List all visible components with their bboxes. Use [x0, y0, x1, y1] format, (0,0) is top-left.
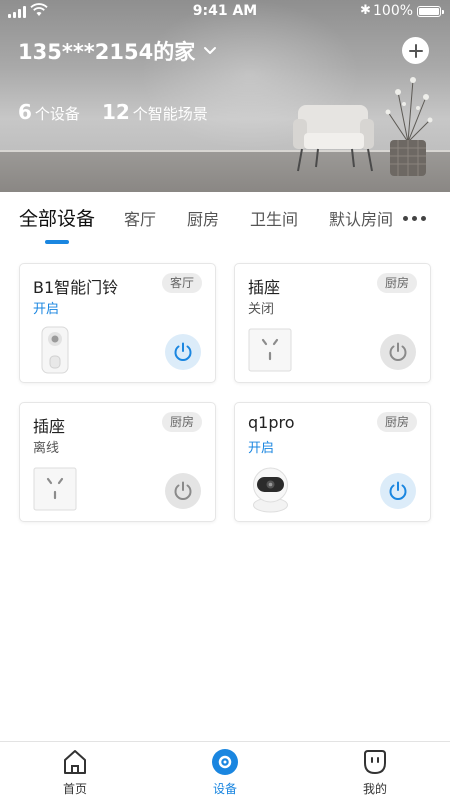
socket-icon — [248, 328, 292, 372]
room-badge: 客厅 — [161, 273, 202, 293]
nav-home[interactable]: 首页 — [35, 748, 115, 797]
device-name: 插座 — [33, 417, 66, 436]
active-tab-indicator — [45, 240, 69, 244]
device-name: B1智能门铃 — [33, 278, 119, 297]
tab-bathroom[interactable]: 卫生间 — [250, 206, 298, 230]
profile-icon — [364, 750, 386, 775]
power-icon — [174, 342, 192, 361]
home-header: 9:41 AM ✱ 100% 135***2154的家 6 个设备 12 个智能场景 — [0, 0, 450, 192]
scene-count: 12 — [101, 100, 130, 124]
device-card-camera[interactable]: q1pro 开启 厨房 — [234, 402, 431, 522]
socket-icon — [33, 467, 77, 511]
nav-devices[interactable]: 设备 — [185, 748, 265, 797]
device-card-doorbell[interactable]: B1智能门铃 开启 客厅 — [19, 263, 216, 383]
more-icon[interactable] — [403, 216, 426, 221]
plus-icon — [408, 43, 423, 58]
power-icon — [174, 481, 192, 500]
device-card-socket[interactable]: 插座 关闭 厨房 — [234, 263, 431, 383]
tab-living-room[interactable]: 客厅 — [124, 206, 156, 230]
power-button[interactable] — [380, 334, 416, 370]
camera-icon — [253, 467, 288, 513]
home-name: 135***2154的家 — [18, 40, 196, 64]
room-tabs: 全部设备 客厅 厨房 卫生间 默认房间 — [0, 192, 450, 248]
home-icon — [64, 750, 86, 774]
device-count-stat[interactable]: 6 个设备 — [18, 100, 80, 124]
device-name: q1pro — [248, 413, 295, 432]
device-state: 开启 — [33, 302, 60, 317]
tab-all-devices[interactable]: 全部设备 — [19, 204, 95, 231]
device-state: 开启 — [248, 441, 275, 456]
room-badge: 厨房 — [376, 273, 417, 293]
nav-devices-label: 设备 — [212, 782, 237, 796]
power-button[interactable] — [165, 473, 201, 509]
battery-percent: 100% — [373, 3, 414, 19]
device-count: 6 — [18, 100, 32, 124]
doorbell-icon — [41, 326, 69, 374]
tab-kitchen[interactable]: 厨房 — [187, 206, 219, 230]
room-badge: 厨房 — [161, 412, 202, 432]
status-bar: 9:41 AM ✱ 100% — [0, 0, 450, 24]
bluetooth-icon: ✱ — [360, 3, 371, 18]
tab-default-room[interactable]: 默认房间 — [329, 206, 393, 230]
chevron-down-icon — [204, 47, 217, 54]
nav-profile[interactable]: 我的 — [335, 748, 415, 797]
armchair-illustration — [293, 105, 374, 172]
battery-icon — [417, 6, 444, 17]
room-badge: 厨房 — [376, 412, 417, 432]
plant-illustration — [385, 77, 433, 176]
device-card-socket-offline[interactable]: 插座 离线 厨房 — [19, 402, 216, 522]
device-count-label: 个设备 — [34, 105, 80, 123]
device-name: 插座 — [248, 278, 281, 297]
device-state: 关闭 — [248, 302, 275, 317]
scene-count-stat[interactable]: 12 个智能场景 — [102, 100, 208, 124]
power-button[interactable] — [165, 334, 201, 370]
power-button[interactable] — [380, 473, 416, 509]
nav-profile-label: 我的 — [362, 782, 387, 796]
device-icon — [212, 749, 238, 775]
home-selector[interactable]: 135***2154的家 — [18, 36, 217, 66]
nav-home-label: 首页 — [62, 782, 87, 796]
home-stats: 6 个设备 12 个智能场景 — [18, 100, 208, 124]
add-button[interactable] — [402, 37, 429, 64]
device-state: 离线 — [33, 441, 60, 456]
scene-count-label: 个智能场景 — [132, 105, 208, 123]
power-icon — [389, 342, 407, 361]
bottom-nav: 首页 设备 我的 — [0, 741, 450, 800]
power-icon — [389, 481, 407, 500]
